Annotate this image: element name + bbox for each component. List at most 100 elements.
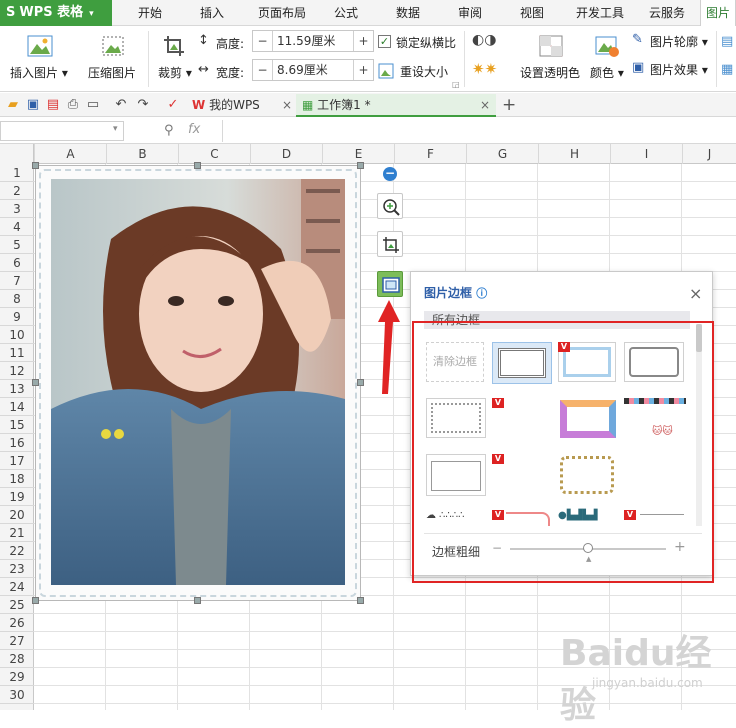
row-header[interactable]: 20 (0, 506, 34, 524)
row-header[interactable]: 22 (0, 542, 34, 560)
reset-size-button[interactable]: 重设大小 (378, 62, 456, 80)
row-header[interactable]: 13 (0, 380, 34, 398)
crop-button[interactable]: 裁剪 ▾ (156, 32, 194, 88)
row-header[interactable]: 8 (0, 290, 34, 308)
row-header[interactable]: 5 (0, 236, 34, 254)
print-preview-icon[interactable]: ▭ (86, 98, 100, 112)
tab-view[interactable]: 视图 (508, 0, 556, 26)
column-header[interactable]: A (34, 144, 106, 164)
row-header[interactable]: 12 (0, 362, 34, 380)
resize-handle[interactable] (357, 597, 364, 604)
column-header[interactable]: J (682, 144, 736, 164)
picture-more-icon[interactable]: ▤ (721, 34, 733, 49)
tab-picture[interactable]: 图片 (700, 0, 736, 26)
tab-start[interactable]: 开始 (124, 0, 176, 26)
dialog-launcher-icon[interactable]: ◲ (452, 80, 460, 89)
row-header[interactable]: 9 (0, 308, 34, 326)
width-input[interactable]: 8.69厘米 (277, 60, 328, 80)
row-header[interactable]: 28 (0, 650, 34, 668)
info-icon[interactable]: ⓘ (476, 287, 487, 300)
row-header[interactable]: 14 (0, 398, 34, 416)
insert-picture-button[interactable]: 插入图片 ▾ (10, 32, 68, 88)
open-folder-icon[interactable]: ▰ (6, 98, 20, 112)
row-header[interactable]: 21 (0, 524, 34, 542)
row-header[interactable]: 15 (0, 416, 34, 434)
picture-more-icon-2[interactable]: ▦ (721, 62, 733, 77)
width-increase-button[interactable]: + (353, 60, 373, 80)
resize-handle[interactable] (357, 162, 364, 169)
column-header[interactable]: E (322, 144, 394, 164)
row-header[interactable]: 26 (0, 614, 34, 632)
undo-icon[interactable]: ↶ (114, 98, 128, 112)
pin-icon[interactable]: ✓ (166, 98, 180, 112)
resize-handle[interactable] (32, 379, 39, 386)
column-header[interactable]: I (610, 144, 682, 164)
tab-cloud[interactable]: 云服务 (640, 0, 694, 26)
row-header[interactable]: 17 (0, 452, 34, 470)
tab-review[interactable]: 审阅 (446, 0, 494, 26)
brightness-icon[interactable]: ✷✷ (472, 60, 497, 78)
row-header[interactable]: 18 (0, 470, 34, 488)
tab-page-layout[interactable]: 页面布局 (250, 0, 314, 26)
width-decrease-button[interactable]: − (253, 60, 273, 80)
height-decrease-button[interactable]: − (253, 31, 273, 51)
tab-formulas[interactable]: 公式 (322, 0, 370, 26)
crop-picture-button[interactable] (377, 231, 403, 257)
lock-ratio-checkbox[interactable]: ✓ (378, 35, 391, 48)
row-header[interactable]: 29 (0, 668, 34, 686)
select-all-corner[interactable] (0, 144, 34, 164)
row-header[interactable]: 7 (0, 272, 34, 290)
height-stepper[interactable]: − 11.59厘米 + (252, 30, 374, 52)
name-box[interactable]: ▾ (0, 121, 124, 141)
tab-developer[interactable]: 开发工具 (568, 0, 632, 26)
row-header[interactable]: 25 (0, 596, 34, 614)
tab-data[interactable]: 数据 (384, 0, 432, 26)
resize-handle[interactable] (32, 597, 39, 604)
resize-handle[interactable] (32, 162, 39, 169)
row-header[interactable]: 16 (0, 434, 34, 452)
export-pdf-icon[interactable]: ▤ (46, 98, 60, 112)
column-header[interactable]: G (466, 144, 538, 164)
row-header[interactable]: 10 (0, 326, 34, 344)
column-header[interactable]: F (394, 144, 466, 164)
portrait-photo[interactable] (51, 179, 345, 585)
height-input[interactable]: 11.59厘米 (277, 31, 335, 51)
close-icon[interactable]: × (282, 94, 292, 117)
column-header[interactable]: C (178, 144, 250, 164)
width-stepper[interactable]: − 8.69厘米 + (252, 59, 374, 81)
zoom-picture-button[interactable] (377, 193, 403, 219)
row-header[interactable]: 4 (0, 218, 34, 236)
redo-icon[interactable]: ↷ (136, 98, 150, 112)
close-icon[interactable]: × (689, 284, 702, 303)
row-header[interactable]: 19 (0, 488, 34, 506)
row-header[interactable]: 11 (0, 344, 34, 362)
resize-handle[interactable] (194, 162, 201, 169)
resize-handle[interactable] (194, 597, 201, 604)
height-increase-button[interactable]: + (353, 31, 373, 51)
row-header[interactable]: 3 (0, 200, 34, 218)
column-header[interactable]: H (538, 144, 610, 164)
collapse-icon[interactable]: − (383, 167, 397, 181)
formula-input[interactable] (222, 120, 736, 142)
row-header[interactable]: 30 (0, 686, 34, 704)
row-header[interactable]: 23 (0, 560, 34, 578)
tab-insert[interactable]: 插入 (186, 0, 238, 26)
new-tab-plus-icon[interactable]: + (502, 95, 516, 115)
doc-tab-my-wps[interactable]: W 我的WPS × (186, 94, 296, 117)
fx-icon[interactable]: fx (188, 122, 200, 137)
column-header[interactable]: B (106, 144, 178, 164)
row-header[interactable]: 1 (0, 164, 34, 182)
contrast-icon[interactable]: ◐◑ (472, 32, 496, 48)
resize-handle[interactable] (357, 379, 364, 386)
zoom-icon[interactable]: ⚲ (164, 123, 174, 138)
save-icon[interactable]: ▣ (26, 98, 40, 112)
set-transparent-button[interactable]: 设置透明色 (520, 32, 582, 88)
row-header[interactable]: 2 (0, 182, 34, 200)
row-header[interactable]: 6 (0, 254, 34, 272)
print-icon[interactable]: ⎙ (66, 98, 80, 112)
compress-picture-button[interactable]: 压缩图片 (84, 32, 142, 88)
close-icon[interactable]: × (480, 94, 490, 117)
color-button[interactable]: 颜色 ▾ (588, 32, 626, 88)
picture-border-button[interactable] (377, 271, 403, 297)
row-header[interactable]: 24 (0, 578, 34, 596)
